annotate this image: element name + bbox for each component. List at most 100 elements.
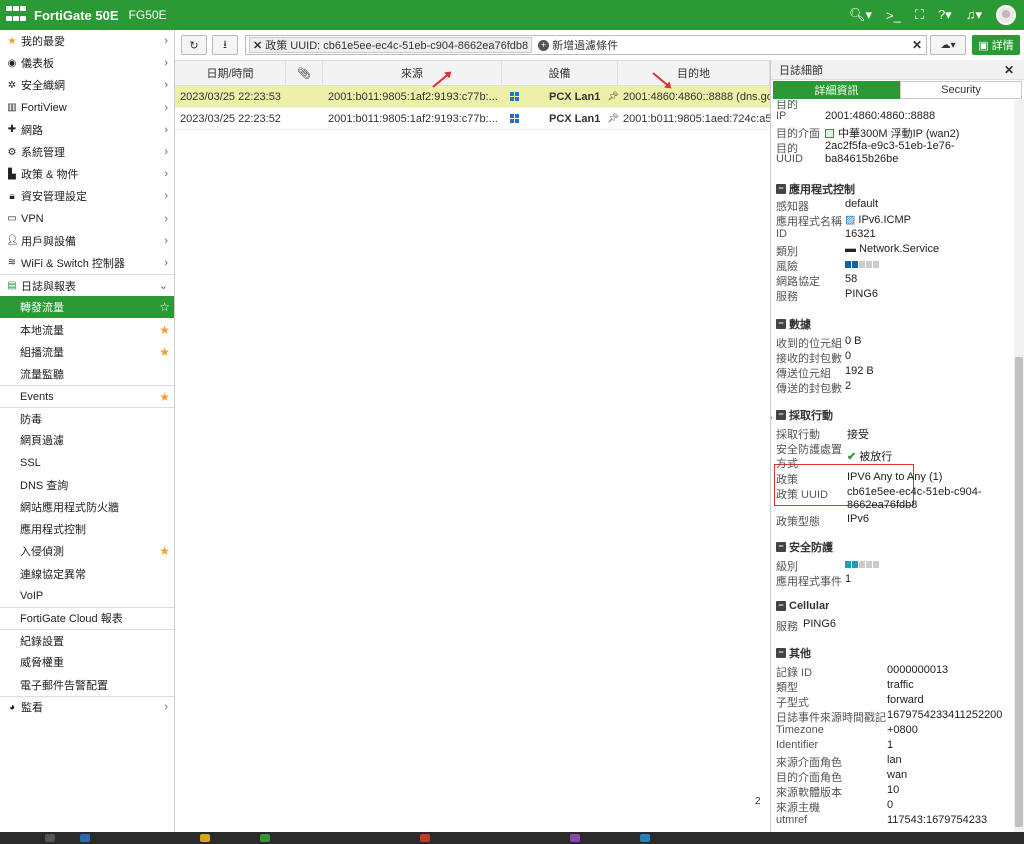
sidebar-subitem-fortigate-cloud-report[interactable]: FortiGate Cloud 報表	[0, 606, 174, 629]
field-label: 來源主機	[776, 802, 820, 814]
sidebar-subitem-app-control[interactable]: 應用程式控制	[0, 518, 174, 540]
col-header-source[interactable]: 來源	[323, 61, 502, 85]
log-location-dropdown[interactable]: ☁▾	[930, 35, 966, 55]
level-segment	[852, 560, 858, 568]
chevron-right-icon: ›	[164, 35, 168, 48]
windows-icon	[510, 113, 519, 124]
field-label: 傳送位元組	[776, 368, 831, 380]
download-button[interactable]: ⭳	[212, 35, 238, 55]
sidebar-subitem-events[interactable]: Events ★	[0, 385, 174, 407]
sidebar-subitem-voip[interactable]: VoIP	[0, 585, 174, 607]
sidebar-subitem-multicast-traffic[interactable]: 組播流量 ★	[0, 341, 174, 363]
table-row[interactable]: 2023/03/25 22:23:53 2001:b011:9805:1af2:…	[175, 86, 770, 108]
star-icon[interactable]: ★	[159, 345, 170, 359]
chevron-right-icon: ›	[164, 168, 168, 181]
cell-attachment	[286, 108, 323, 129]
tab-details[interactable]: 詳細資訊	[773, 81, 900, 99]
sidebar-item-system[interactable]: ⚙ 系統管理 ›	[0, 141, 174, 163]
help-icon[interactable]: ?▾	[938, 7, 952, 23]
col-header-attachment[interactable]: 📎︎	[286, 61, 323, 85]
field-value: PING6	[803, 618, 837, 630]
details-button[interactable]: ▣ 詳情	[972, 35, 1020, 55]
user-avatar[interactable]	[996, 5, 1016, 25]
field-value: forward	[887, 694, 924, 706]
clear-filter-icon[interactable]: ✕	[912, 38, 922, 52]
col-header-device[interactable]: 設備	[502, 61, 618, 85]
star-icon[interactable]: ★	[159, 323, 170, 337]
panel-scrollbar[interactable]	[1014, 100, 1024, 844]
brand-name: FortiGate 50E	[34, 7, 119, 23]
star-icon[interactable]: ★	[159, 390, 170, 404]
sidebar-subitem-forward-traffic[interactable]: 轉發流量 ☆	[0, 296, 174, 319]
level-segment	[873, 260, 879, 268]
taskbar-app-icon[interactable]	[80, 834, 90, 842]
cli-console-icon[interactable]: >_	[886, 8, 901, 23]
sidebar-subitem-local-traffic[interactable]: 本地流量 ★	[0, 318, 174, 340]
search-icon[interactable]: 🔍︎▾	[849, 7, 872, 23]
close-icon[interactable]: ✕	[1004, 63, 1014, 77]
taskbar-app-icon[interactable]	[200, 834, 210, 842]
sidebar-subitem-sniffer[interactable]: 流量監聽	[0, 363, 174, 385]
sidebar-item-security-profiles[interactable]: 🔒︎ 資安管理設定 ›	[0, 185, 174, 207]
col-header-destination[interactable]: 目的地	[618, 61, 770, 85]
taskbar-app-icon[interactable]	[45, 834, 55, 842]
star-icon[interactable]: ★	[159, 544, 170, 558]
sidebar-item-network[interactable]: ✚ 網路 ›	[0, 119, 174, 141]
filter-chip-policy-uuid[interactable]: ✕ 政策 UUID: cb61e5ee-ec4c-51eb-c904-8662ea…	[249, 37, 533, 53]
sidebar-item-monitor[interactable]: ◕ 監看 ›	[0, 695, 174, 718]
cell-destination: 2001:b011:9805:1aed:724c:a5f	[623, 112, 770, 125]
notification-bell-icon[interactable]: ♫▾	[966, 7, 982, 23]
sidebar-subitem-ssl[interactable]: SSL	[0, 452, 174, 474]
field-label: 應用程式事件	[776, 576, 842, 588]
star-outline-icon[interactable]: ☆	[159, 300, 170, 314]
sidebar-item-policy-objects[interactable]: ▙ 政策 & 物件 ›	[0, 163, 174, 185]
sidebar-subitem-waf[interactable]: 網站應用程式防火牆	[0, 496, 174, 518]
collapse-icon: −	[776, 410, 786, 420]
taskbar-app-icon[interactable]	[420, 834, 430, 842]
tab-security[interactable]: Security	[900, 81, 1022, 99]
policy-icon: ▙	[8, 168, 16, 180]
add-filter-button[interactable]: + 新增過濾條件	[538, 37, 618, 53]
sidebar-item-vpn[interactable]: ▭ VPN ›	[0, 208, 174, 230]
collapse-icon: −	[776, 319, 786, 329]
section-security[interactable]: − 安全防護	[776, 539, 833, 555]
sidebar-item-security-fabric[interactable]: ✲ 安全織網 ›	[0, 74, 174, 96]
fullscreen-icon[interactable]: ⛶	[915, 7, 924, 23]
refresh-button[interactable]: ↻	[181, 35, 207, 55]
sidebar-item-wifi-switch[interactable]: ≋ WiFi & Switch 控制器 ›	[0, 252, 174, 274]
sidebar-subitem-anomaly[interactable]: 連線協定異常	[0, 563, 174, 585]
section-cellular[interactable]: − Cellular	[776, 600, 829, 612]
dashboard-icon: ◉	[7, 57, 17, 69]
taskbar-app-icon[interactable]	[570, 834, 580, 842]
section-action[interactable]: − 採取行動	[776, 407, 833, 423]
sidebar-item-log-report[interactable]: ▤ 日誌與報表 ⌄	[0, 274, 174, 297]
field-value: 1	[887, 739, 894, 751]
cell-datetime: 2023/03/25 22:23:52	[180, 112, 281, 125]
filter-bar[interactable]: ✕ 政策 UUID: cb61e5ee-ec4c-51eb-c904-8662ea…	[245, 35, 927, 55]
taskbar-app-icon[interactable]	[640, 834, 650, 842]
level-segment	[845, 260, 851, 268]
scrollbar-thumb[interactable]	[1015, 357, 1023, 827]
sidebar-item-users-devices[interactable]: 👤︎ 用戶與設備 ›	[0, 230, 174, 252]
sidebar-subitem-threat-weight[interactable]: 威脅權重	[0, 651, 174, 673]
sidebar-subitem-antivirus[interactable]: 防毒	[0, 407, 174, 429]
sidebar-item-fortiview[interactable]: ▥ FortiView ›	[0, 97, 174, 119]
sidebar-subitem-intrusion-prevention[interactable]: 入侵偵測 ★	[0, 540, 174, 562]
sidebar-subitem-email-alert[interactable]: 電子郵件告警配置	[0, 673, 174, 695]
pin-icon: 📌︎	[607, 91, 618, 101]
sidebar-subitem-web-filter[interactable]: 網頁過濾	[0, 429, 174, 451]
taskbar-app-icon[interactable]	[260, 834, 270, 842]
field-value: ba84615b26be	[825, 153, 899, 165]
sidebar-subitem-log-settings[interactable]: 紀錄設置	[0, 629, 174, 651]
section-app-control[interactable]: − 應用程式控制	[776, 181, 855, 197]
sidebar-subitem-dns-query[interactable]: DNS 查詢	[0, 474, 174, 496]
field-value: lan	[887, 754, 902, 766]
field-label: 子型式	[776, 697, 809, 709]
table-row[interactable]: 2023/03/25 22:23:52 2001:b011:9805:1af2:…	[175, 108, 770, 130]
section-other[interactable]: − 其他	[776, 645, 811, 661]
section-data[interactable]: − 數據	[776, 316, 811, 332]
sidebar-item-dashboard[interactable]: ◉ 儀表板 ›	[0, 52, 174, 74]
sidebar-item-favorites[interactable]: ★ 我的最愛 ›	[0, 30, 174, 52]
col-header-datetime[interactable]: 日期/時間	[175, 61, 286, 85]
remove-filter-icon[interactable]: ✕	[253, 39, 262, 52]
